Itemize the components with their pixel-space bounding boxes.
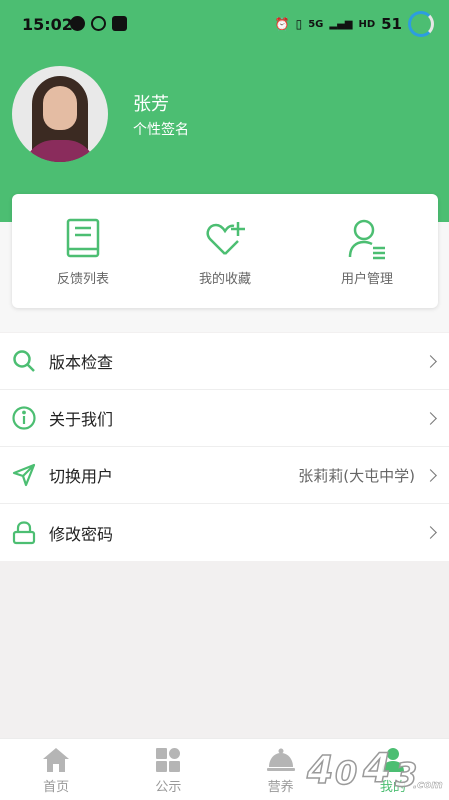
heart-plus-icon [206, 222, 245, 255]
signal-2-icon: HD [358, 18, 376, 30]
chevron-right-icon [424, 411, 437, 425]
user-signature[interactable]: 个性签名 [133, 119, 189, 139]
avatar[interactable] [12, 66, 108, 162]
vibrate-icon: ▯ [295, 17, 303, 31]
tab-announcements[interactable]: 公示 [112, 739, 224, 800]
tab-label: 营养 [267, 780, 294, 795]
do-not-disturb-icon [91, 16, 106, 31]
chevron-right-icon [424, 468, 437, 482]
info-icon [12, 406, 36, 430]
search-icon [13, 350, 35, 372]
quick-label: 我的收藏 [198, 272, 251, 287]
menu-item-about-us[interactable]: 关于我们 [0, 390, 449, 447]
quick-action-feedback-list[interactable]: 反馈列表 [12, 194, 154, 308]
battery-ring-icon [408, 11, 434, 37]
current-user-value: 张莉莉(大屯中学) [298, 466, 415, 485]
lock-icon [12, 520, 36, 544]
app-notification-icon [112, 16, 127, 31]
send-icon [12, 463, 36, 487]
signal-1-icon: 5G [308, 18, 324, 30]
quick-action-user-management[interactable]: 用户管理 [296, 194, 438, 308]
menu-label: 切换用户 [49, 467, 114, 486]
user-list-icon [348, 219, 385, 260]
chevron-right-icon [424, 526, 437, 539]
status-time: 15:02 [22, 15, 73, 34]
tab-label: 公示 [155, 780, 182, 795]
quick-label: 反馈列表 [56, 272, 109, 287]
user-name: 张芳 [133, 94, 169, 115]
menu-item-switch-user[interactable]: 切换用户 张莉莉(大屯中学) [0, 447, 449, 504]
notification-dot-icon [70, 16, 85, 31]
status-right: ⏰ ▯ 5G ▂▄▆ HD 51 [275, 11, 434, 37]
menu-label: 关于我们 [49, 410, 114, 429]
notification-icons [70, 16, 127, 31]
watermark-logo: 4 0 4 3 .com [306, 745, 443, 795]
cloche-icon [266, 748, 295, 771]
status-bar: 15:02 ⏰ ▯ 5G ▂▄▆ HD 51 [0, 0, 449, 48]
chevron-right-icon [424, 354, 437, 368]
home-icon [43, 748, 70, 772]
settings-menu: 版本检查 关于我们 切换用户 张莉莉(大屯中学) 修改密码 [0, 333, 449, 561]
signal-bars-icon: ▂▄▆ [329, 18, 353, 30]
quick-actions-card: 反馈列表 我的收藏 用户管理 [12, 194, 438, 308]
menu-label: 修改密码 [49, 524, 114, 544]
battery-level: 51 [381, 15, 402, 33]
tab-label: 首页 [43, 780, 70, 795]
menu-item-version-check[interactable]: 版本检查 [0, 333, 449, 390]
quick-action-favorites[interactable]: 我的收藏 [154, 194, 296, 308]
menu-label: 版本检查 [49, 353, 114, 372]
tab-home[interactable]: 首页 [0, 739, 112, 800]
grid-icon [156, 748, 181, 772]
book-icon [66, 218, 100, 258]
alarm-icon: ⏰ [274, 17, 290, 31]
quick-label: 用户管理 [340, 272, 393, 287]
menu-item-change-password[interactable]: 修改密码 [0, 504, 449, 561]
